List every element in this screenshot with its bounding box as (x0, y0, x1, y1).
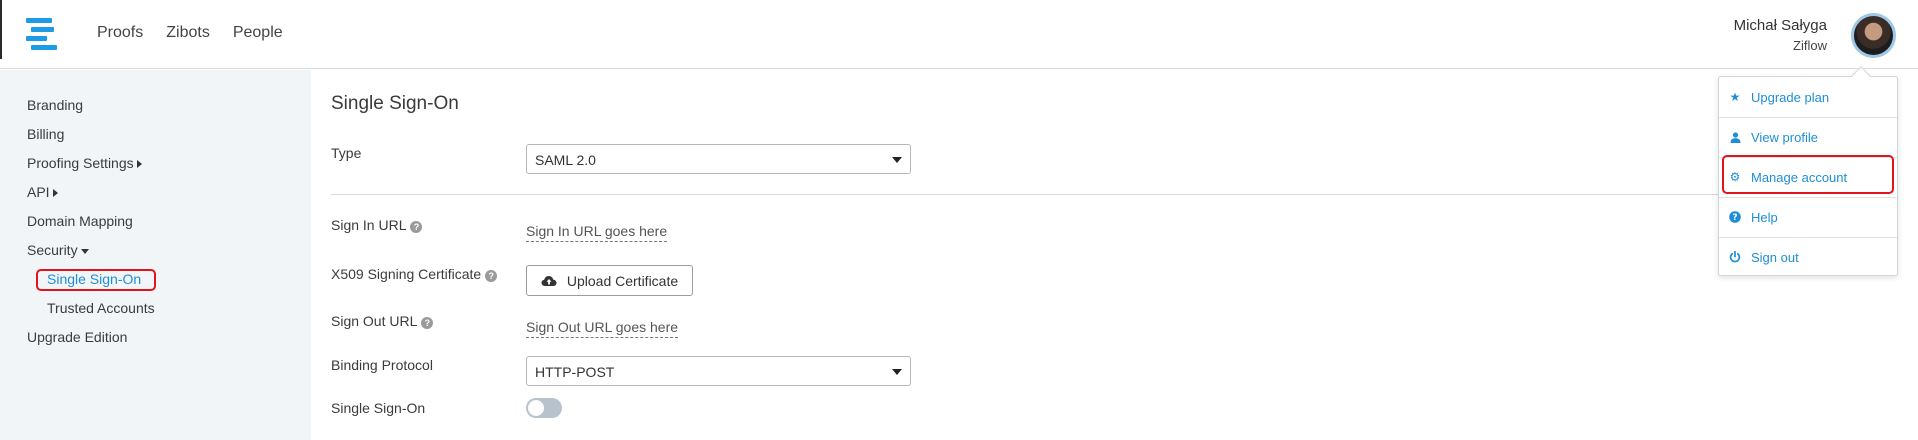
sidebar-item-label: Billing (27, 126, 65, 142)
menu-item-label: View profile (1751, 129, 1818, 145)
caret-right-icon (52, 189, 58, 198)
avatar-photo (1854, 16, 1893, 55)
power-icon (1729, 251, 1741, 263)
user-dropdown-menu: ★ Upgrade plan View profile ⚙ Manage acc… (1718, 66, 1898, 277)
sign-in-url-label-text: Sign In URL (331, 217, 407, 233)
user-name: Michał Sałyga (1733, 17, 1827, 34)
user-info[interactable]: Michał Sałyga Ziflow (1734, 17, 1827, 53)
upload-certificate-button[interactable]: Upload Certificate (526, 265, 693, 296)
highlight-box-single-sign-on (36, 269, 156, 291)
sign-in-url-label: Sign In URL? (331, 217, 423, 233)
sign-out-url-label-text: Sign Out URL (331, 313, 418, 329)
user-org: Ziflow (1793, 38, 1827, 53)
sign-out-url-field[interactable]: Sign Out URL goes here (526, 319, 679, 338)
sidebar-item-label: Proofing Settings (27, 155, 134, 171)
binding-protocol-label: Binding Protocol (331, 357, 433, 373)
window-edge (0, 0, 2, 59)
question-circle-icon: ? (1729, 211, 1741, 223)
menu-item-view-profile[interactable]: View profile (1719, 117, 1897, 157)
user-icon (1729, 131, 1741, 143)
sign-out-url-label: Sign Out URL? (331, 313, 434, 329)
menu-item-help[interactable]: ? Help (1719, 197, 1897, 237)
help-icon[interactable]: ? (421, 317, 434, 329)
toggle-knob (528, 400, 544, 416)
help-icon[interactable]: ? (410, 221, 423, 233)
sidebar-item-label: Domain Mapping (27, 213, 133, 229)
sign-in-url-field[interactable]: Sign In URL goes here (526, 223, 668, 242)
main-nav: Proofs Zibots People (97, 24, 306, 42)
menu-item-sign-out[interactable]: Sign out (1719, 237, 1897, 277)
sidebar-item-billing[interactable]: Billing (27, 126, 64, 142)
sidebar-item-label: Trusted Accounts (47, 300, 155, 316)
caret-right-icon (136, 160, 142, 169)
chevron-down-icon (892, 369, 902, 375)
nav-people[interactable]: People (233, 24, 283, 42)
sidebar-item-trusted-accounts[interactable]: Trusted Accounts (47, 300, 155, 316)
type-label: Type (331, 145, 362, 161)
sidebar-item-proofing-settings[interactable]: Proofing Settings (27, 155, 142, 171)
settings-sidebar: Branding Billing Proofing Settings API D… (0, 70, 311, 440)
single-sign-on-toggle[interactable] (526, 398, 562, 418)
help-icon[interactable]: ? (485, 270, 498, 282)
menu-item-label: Sign out (1751, 249, 1799, 265)
single-sign-on-toggle-label: Single Sign-On (331, 400, 426, 416)
x509-certificate-label: X509 Signing Certificate? (331, 266, 498, 282)
menu-item-label: Help (1751, 209, 1778, 225)
chevron-down-icon (892, 157, 902, 163)
menu-item-label: Upgrade plan (1751, 89, 1830, 105)
type-select-value: SAML 2.0 (535, 152, 596, 168)
sidebar-item-api[interactable]: API (27, 184, 58, 200)
svg-text:?: ? (1732, 213, 1737, 223)
sidebar-item-branding[interactable]: Branding (27, 97, 83, 113)
avatar[interactable] (1851, 13, 1896, 58)
sidebar-item-label: Security (27, 242, 78, 258)
sidebar-item-label: API (27, 184, 50, 200)
sidebar-item-security[interactable]: Security (27, 242, 89, 258)
menu-item-manage-account[interactable]: ⚙ Manage account (1719, 157, 1897, 197)
menu-item-label: Manage account (1751, 169, 1848, 185)
binding-protocol-value: HTTP-POST (535, 364, 615, 380)
sidebar-item-domain-mapping[interactable]: Domain Mapping (27, 213, 133, 229)
star-icon: ★ (1729, 90, 1741, 104)
divider (331, 194, 1891, 195)
cloud-upload-icon (541, 275, 557, 286)
ziflow-logo-icon[interactable] (26, 18, 58, 50)
top-bar: Proofs Zibots People Michał Sałyga Ziflo… (0, 0, 1918, 69)
type-select[interactable]: SAML 2.0 (526, 144, 911, 174)
nav-zibots[interactable]: Zibots (166, 24, 210, 42)
binding-protocol-select[interactable]: HTTP-POST (526, 356, 911, 386)
caret-down-icon (80, 248, 89, 254)
gear-icon: ⚙ (1729, 170, 1741, 184)
nav-proofs[interactable]: Proofs (97, 24, 143, 42)
page-title: Single Sign-On (331, 93, 459, 114)
sidebar-item-label: Upgrade Edition (27, 329, 128, 345)
menu-item-upgrade-plan[interactable]: ★ Upgrade plan (1719, 77, 1897, 117)
x509-certificate-label-text: X509 Signing Certificate (331, 266, 482, 282)
sidebar-item-upgrade-edition[interactable]: Upgrade Edition (27, 329, 127, 345)
sidebar-item-label: Branding (27, 97, 84, 113)
upload-certificate-label: Upload Certificate (566, 272, 679, 289)
